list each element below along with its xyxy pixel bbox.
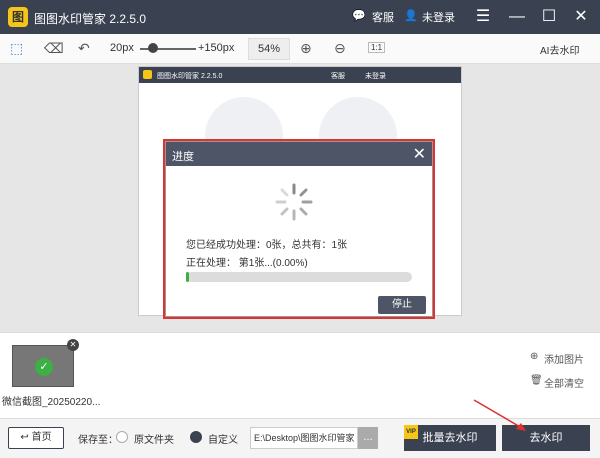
- home-label: 首页: [31, 432, 52, 443]
- save-to-label: 保存至：: [78, 435, 118, 446]
- undo-icon[interactable]: ↶: [78, 40, 90, 57]
- brush-min-label: 20px: [110, 42, 134, 54]
- trash-icon[interactable]: 🗑: [530, 375, 543, 386]
- preview-service: 客服: [331, 73, 345, 80]
- clear-all-button[interactable]: 全部清空: [544, 375, 584, 390]
- processed-count: 您已经成功处理：0张，总共有：1张: [186, 240, 348, 251]
- brush-size-slider[interactable]: [148, 43, 158, 53]
- preview-title: 图图水印管家 2.2.5.0: [157, 73, 223, 80]
- zoom-out-icon[interactable]: ⊖: [334, 40, 346, 57]
- progress-fill: [186, 272, 189, 282]
- vip-badge: VIP: [404, 425, 418, 439]
- preview-login: 未登录: [365, 73, 386, 80]
- service-link[interactable]: 客服: [372, 9, 394, 25]
- eraser-icon[interactable]: ⌫: [44, 40, 64, 57]
- title-bar: 图 图图水印管家 2.2.5.0 💬 客服 👤 未登录 ☰ — ☐ ✕: [0, 0, 600, 34]
- annotation-arrow-icon: [473, 399, 526, 431]
- thumbnail-remove-icon[interactable]: ✕: [67, 339, 79, 351]
- login-link[interactable]: 未登录: [422, 9, 455, 25]
- zoom-percent: 54%: [248, 38, 290, 60]
- loading-spinner-icon: [275, 183, 313, 221]
- progress-bar: [186, 272, 412, 282]
- original-folder-label: 原文件夹: [134, 435, 174, 446]
- browse-button[interactable]: ...: [358, 427, 378, 449]
- thumbnail-image[interactable]: ✓: [12, 345, 74, 387]
- stop-button[interactable]: 停止: [378, 296, 426, 314]
- toolbar: ⬚ ⌫ ↶ 20px +150px 54% ⊕ ⊖ 1:1 AI去水印: [0, 34, 600, 64]
- select-rect-icon[interactable]: ⬚: [10, 40, 23, 57]
- add-image-button[interactable]: 添加图片: [544, 351, 584, 366]
- output-path-field[interactable]: E:\Desktop\图图水印管家: [250, 427, 358, 449]
- radio-custom[interactable]: [190, 431, 202, 443]
- actual-size-button[interactable]: 1:1: [368, 42, 386, 53]
- maximize-icon[interactable]: ☐: [538, 6, 560, 28]
- zoom-in-icon[interactable]: ⊕: [300, 40, 312, 57]
- ai-remove-dropdown[interactable]: AI去水印: [540, 42, 579, 57]
- radio-original-folder[interactable]: [116, 431, 128, 443]
- close-icon[interactable]: ✕: [570, 6, 592, 28]
- user-icon[interactable]: 👤: [404, 9, 418, 22]
- current-status: 正在处理： 第1张...(0.00%): [186, 258, 308, 269]
- app-title: 图图水印管家 2.2.5.0: [34, 12, 147, 26]
- dialog-title: 进度: [172, 151, 194, 163]
- thumbnail-name: 微信截图_20250220...: [2, 397, 101, 408]
- add-image-icon[interactable]: ⊕: [530, 351, 538, 362]
- custom-label: 自定义: [208, 435, 238, 446]
- chat-icon[interactable]: 💬: [352, 9, 366, 22]
- brush-max-label: +150px: [198, 42, 235, 54]
- preview-logo: [143, 70, 152, 79]
- home-button[interactable]: ↩ 首页: [8, 427, 64, 449]
- menu-icon[interactable]: ☰: [472, 6, 494, 28]
- preview-titlebar: 图图水印管家 2.2.5.0 客服 未登录: [139, 67, 461, 83]
- progress-dialog: 进度 ✕ 您已经成功处理：0张，总共有：1张 正在处理： 第1张...(0.00…: [165, 141, 433, 317]
- check-icon: ✓: [35, 358, 53, 376]
- dialog-close-icon[interactable]: ✕: [413, 144, 426, 164]
- minimize-icon[interactable]: —: [506, 6, 528, 28]
- app-logo: 图: [8, 7, 28, 27]
- dialog-header: 进度 ✕: [166, 142, 432, 166]
- home-icon: ↩: [20, 432, 32, 443]
